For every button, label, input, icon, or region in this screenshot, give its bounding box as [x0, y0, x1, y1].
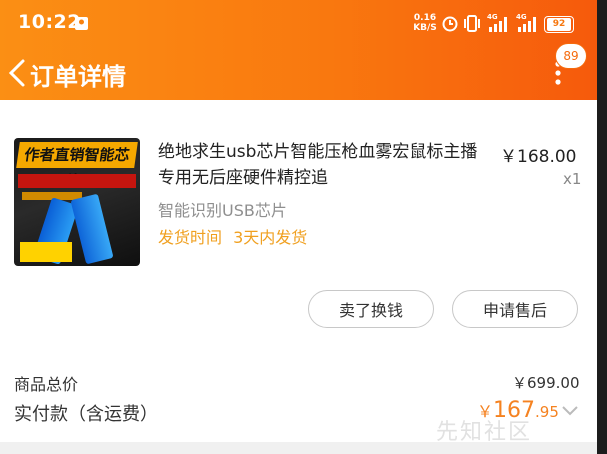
- shipping-time: 发货时间 3天内发货: [158, 224, 307, 248]
- signal-icon: 4G: [487, 13, 513, 33]
- thumbnail-strip: [18, 174, 136, 188]
- top-header: 10:22 0.16 KB/S 4G 4G 92 订单详情 89: [0, 0, 597, 108]
- back-chevron-icon[interactable]: [6, 58, 28, 88]
- net-speed-unit: KB/S: [413, 23, 437, 33]
- battery-icon: 92: [544, 16, 574, 33]
- alarm-icon: [442, 16, 458, 32]
- goods-total-label: 商品总价: [14, 375, 79, 394]
- net-speed-value: 0.16: [413, 13, 437, 23]
- signal-icon-2: 4G: [516, 13, 542, 33]
- product-quantity: x1: [563, 170, 582, 188]
- notification-icon: [75, 17, 88, 30]
- notification-badge: 89: [555, 43, 587, 69]
- page-title: 订单详情: [30, 63, 126, 91]
- paid-decimal: .95: [535, 403, 559, 421]
- shipping-time-value: 3天内发货: [233, 228, 308, 247]
- product-name[interactable]: 绝地求生usb芯片智能压枪血雾宏鼠标主播专用无后座硬件精控追: [158, 139, 488, 191]
- net-speed: 0.16 KB/S: [412, 13, 438, 33]
- watermark-text: 先知社区: [436, 420, 533, 445]
- thumbnail-label-block: [20, 242, 72, 262]
- shipping-time-label: 发货时间: [158, 228, 223, 247]
- product-price: ￥168.00: [500, 147, 577, 167]
- section-divider: [0, 336, 597, 360]
- product-spec: 智能识别USB芯片: [158, 201, 287, 220]
- expand-chevron-icon[interactable]: [562, 406, 578, 416]
- screen-edge: [597, 0, 607, 454]
- status-bar: 10:22 0.16 KB/S 4G 4G 92: [0, 0, 597, 46]
- after-sales-button[interactable]: 申请售后: [452, 290, 578, 328]
- paid-label: 实付款（含运费）: [14, 404, 158, 425]
- product-thumbnail[interactable]: 作者直销智能芯片: [14, 138, 140, 266]
- status-time: 10:22: [18, 11, 81, 33]
- goods-total-value: ￥699.00: [512, 374, 580, 392]
- card-top-edge: [0, 100, 597, 108]
- vibrate-icon: [464, 15, 480, 32]
- usb-stick-image-2: [70, 193, 114, 265]
- resell-button[interactable]: 卖了换钱: [308, 290, 434, 328]
- battery-level: 92: [547, 18, 571, 31]
- thumbnail-title: 作者直销智能芯片: [16, 142, 138, 190]
